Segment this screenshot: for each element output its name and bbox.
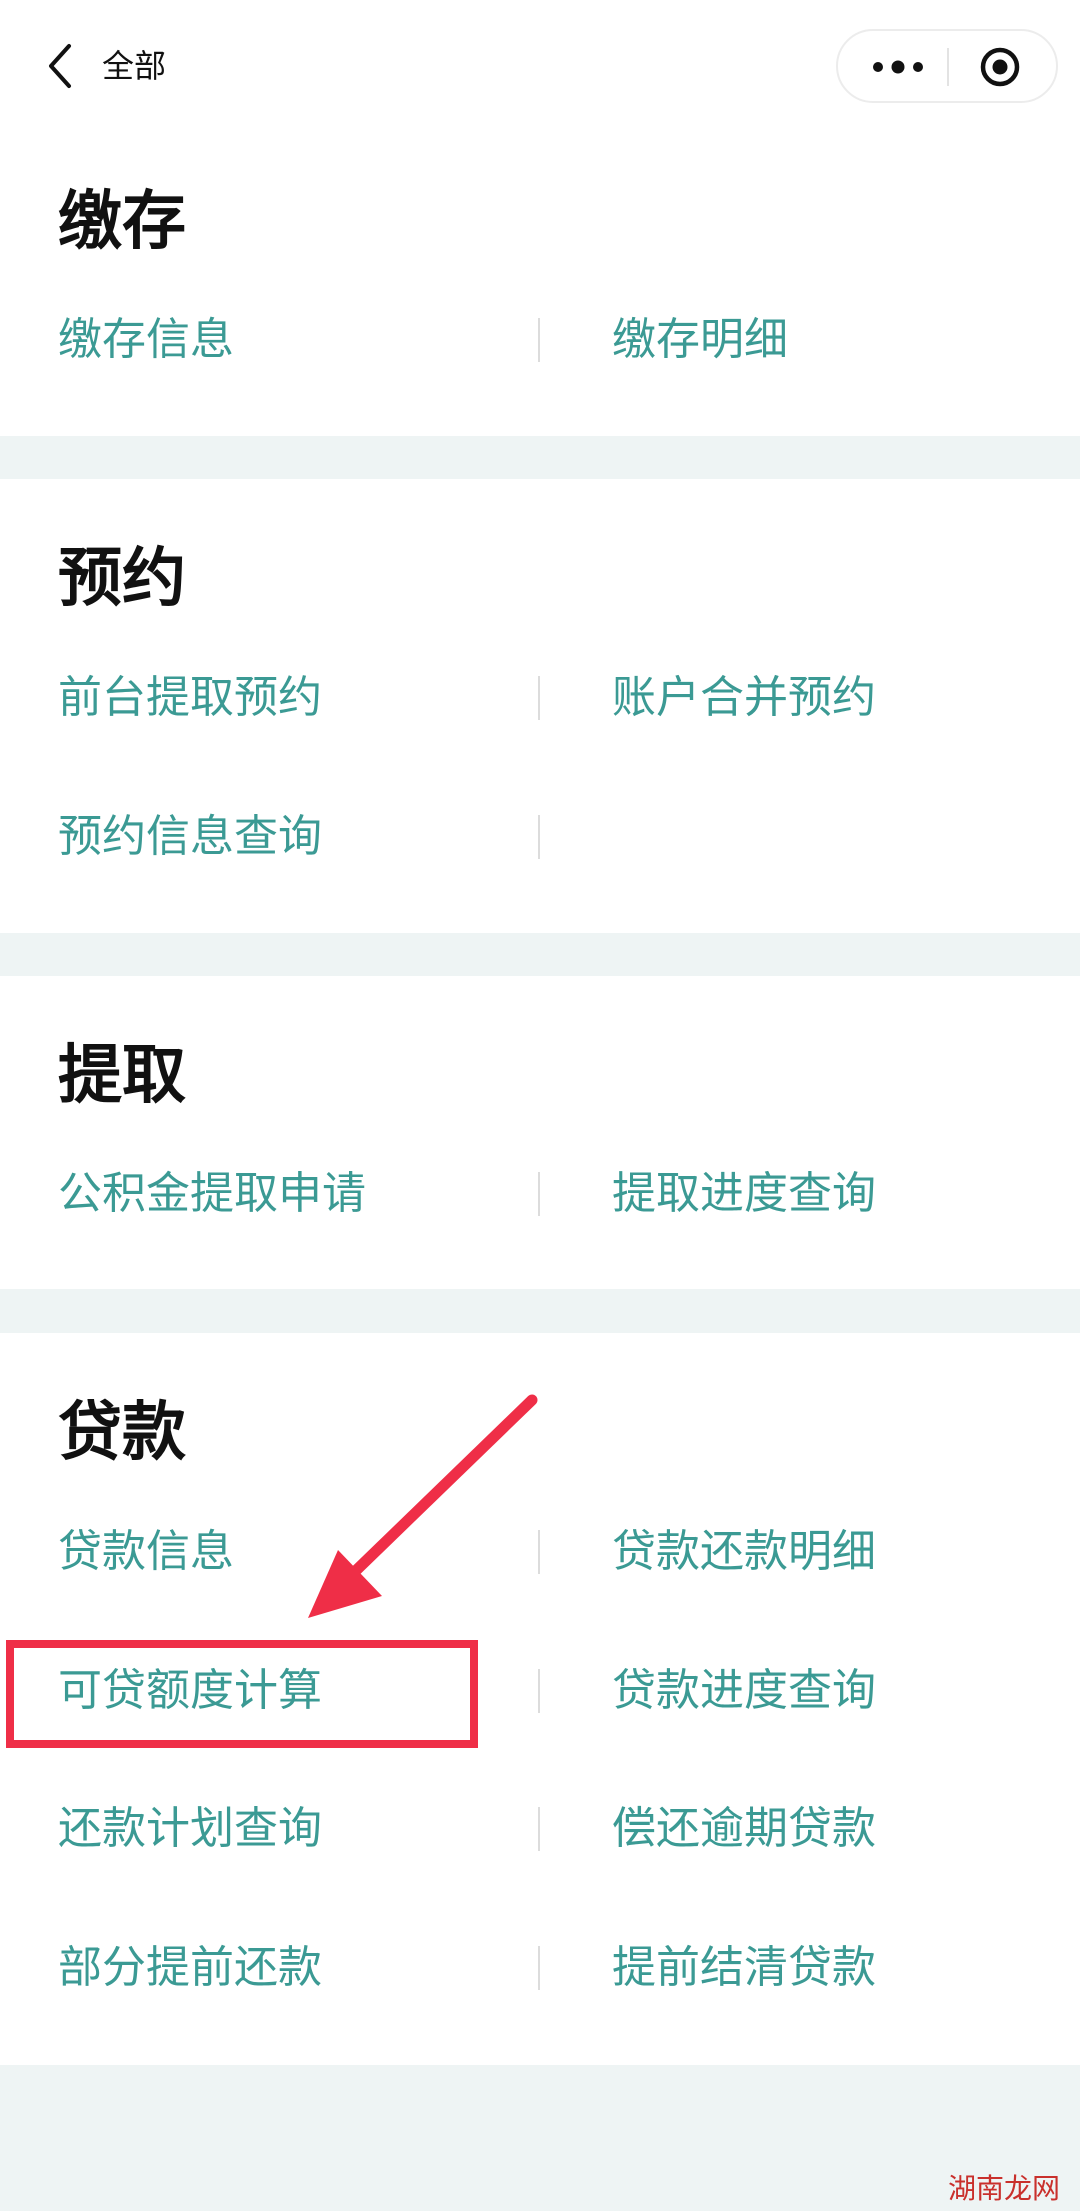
link-full-prepayment[interactable]: 提前结清贷款 <box>612 1938 876 1998</box>
item-separator <box>538 1946 540 1990</box>
item-separator <box>538 1172 540 1216</box>
link-repayment-plan-query[interactable]: 还款计划查询 <box>58 1799 322 1859</box>
link-counter-withdraw-appointment[interactable]: 前台提取预约 <box>58 668 322 728</box>
annotation-arrow-icon <box>308 1394 538 1618</box>
link-repay-overdue-loan[interactable]: 偿还逾期贷款 <box>612 1799 876 1859</box>
section-title: 提取 <box>58 1039 186 1113</box>
link-fund-withdraw-apply[interactable]: 公积金提取申请 <box>58 1164 366 1224</box>
item-separator <box>538 318 540 362</box>
link-withdraw-progress[interactable]: 提取进度查询 <box>612 1164 876 1224</box>
link-deposit-detail[interactable]: 缴存明细 <box>612 310 788 370</box>
watermark: 湖南龙网 <box>948 2172 1061 2205</box>
link-account-merge-appointment[interactable]: 账户合并预约 <box>612 668 876 728</box>
item-separator <box>538 815 540 859</box>
section-deposit: 缴存 缴存信息 缴存明细 <box>0 138 1080 436</box>
section-title: 贷款 <box>58 1396 186 1470</box>
navigation-bar: 全部 <box>0 0 1080 138</box>
section-appointment: 预约 前台提取预约 账户合并预约 预约信息查询 <box>0 479 1080 933</box>
page-title: 全部 <box>102 47 167 85</box>
capsule-divider <box>947 48 949 86</box>
mini-program-capsule <box>836 29 1058 103</box>
close-mini-program-button[interactable] <box>979 46 1021 88</box>
link-loan-repayment-detail[interactable]: 贷款还款明细 <box>612 1522 876 1582</box>
link-partial-prepayment[interactable]: 部分提前还款 <box>58 1938 322 1998</box>
annotation-highlight-box <box>6 1640 478 1748</box>
item-separator <box>538 1669 540 1713</box>
target-circle-icon <box>980 47 1020 87</box>
section-withdraw: 提取 公积金提取申请 提取进度查询 <box>0 976 1080 1289</box>
item-separator <box>538 676 540 720</box>
back-button[interactable] <box>30 36 90 96</box>
link-loan-info[interactable]: 贷款信息 <box>58 1522 234 1582</box>
more-button[interactable] <box>868 51 928 83</box>
section-title: 缴存 <box>58 185 186 259</box>
item-separator <box>538 1807 540 1851</box>
link-appointment-query[interactable]: 预约信息查询 <box>58 807 322 867</box>
chevron-left-icon <box>49 44 71 88</box>
more-dots-icon <box>873 60 923 74</box>
link-loan-progress[interactable]: 贷款进度查询 <box>612 1661 876 1721</box>
link-deposit-info[interactable]: 缴存信息 <box>58 310 234 370</box>
section-title: 预约 <box>58 542 186 616</box>
